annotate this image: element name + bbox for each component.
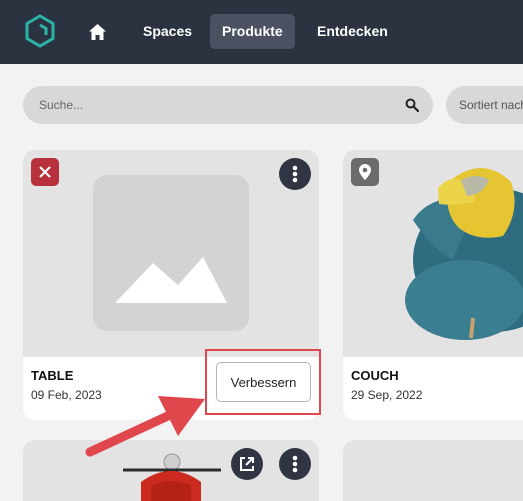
nav-produkte[interactable]: Produkte xyxy=(210,14,295,49)
product-card-couch[interactable]: COUCH 29 Sep, 2022 xyxy=(343,150,523,420)
more-options-button[interactable] xyxy=(279,158,311,190)
sort-label: Sortiert nach xyxy=(459,98,523,112)
product-image-area xyxy=(343,440,523,501)
open-external-icon xyxy=(240,457,254,471)
more-icon xyxy=(292,455,298,473)
more-icon xyxy=(292,165,298,183)
home-icon xyxy=(88,24,106,40)
location-icon xyxy=(359,164,371,180)
product-card[interactable] xyxy=(343,440,523,501)
search-icon[interactable] xyxy=(405,98,419,112)
search-input[interactable] xyxy=(39,86,389,124)
open-external-button[interactable] xyxy=(231,448,263,480)
nav-spaces[interactable]: Spaces xyxy=(131,14,204,49)
product-date: 09 Feb, 2023 xyxy=(31,388,102,402)
logo-icon[interactable] xyxy=(24,14,56,48)
top-navigation-bar: Spaces Produkte Entdecken xyxy=(0,0,523,64)
nav-entdecken[interactable]: Entdecken xyxy=(305,14,400,49)
product-image-area xyxy=(23,150,319,357)
product-image-area xyxy=(23,440,319,501)
scooter-image xyxy=(123,453,221,501)
highlight-box xyxy=(205,349,321,415)
close-icon xyxy=(39,166,51,178)
search-bar xyxy=(23,86,433,124)
product-title: TABLE xyxy=(31,368,74,383)
location-badge xyxy=(351,158,379,186)
more-options-button[interactable] xyxy=(279,448,311,480)
home-button[interactable] xyxy=(84,18,110,46)
image-placeholder-icon xyxy=(93,175,249,331)
product-title: COUCH xyxy=(351,368,399,383)
product-date: 29 Sep, 2022 xyxy=(351,388,423,402)
remove-button[interactable] xyxy=(31,158,59,186)
sort-dropdown[interactable]: Sortiert nach xyxy=(446,86,523,124)
product-card-scooter[interactable] xyxy=(23,440,319,501)
